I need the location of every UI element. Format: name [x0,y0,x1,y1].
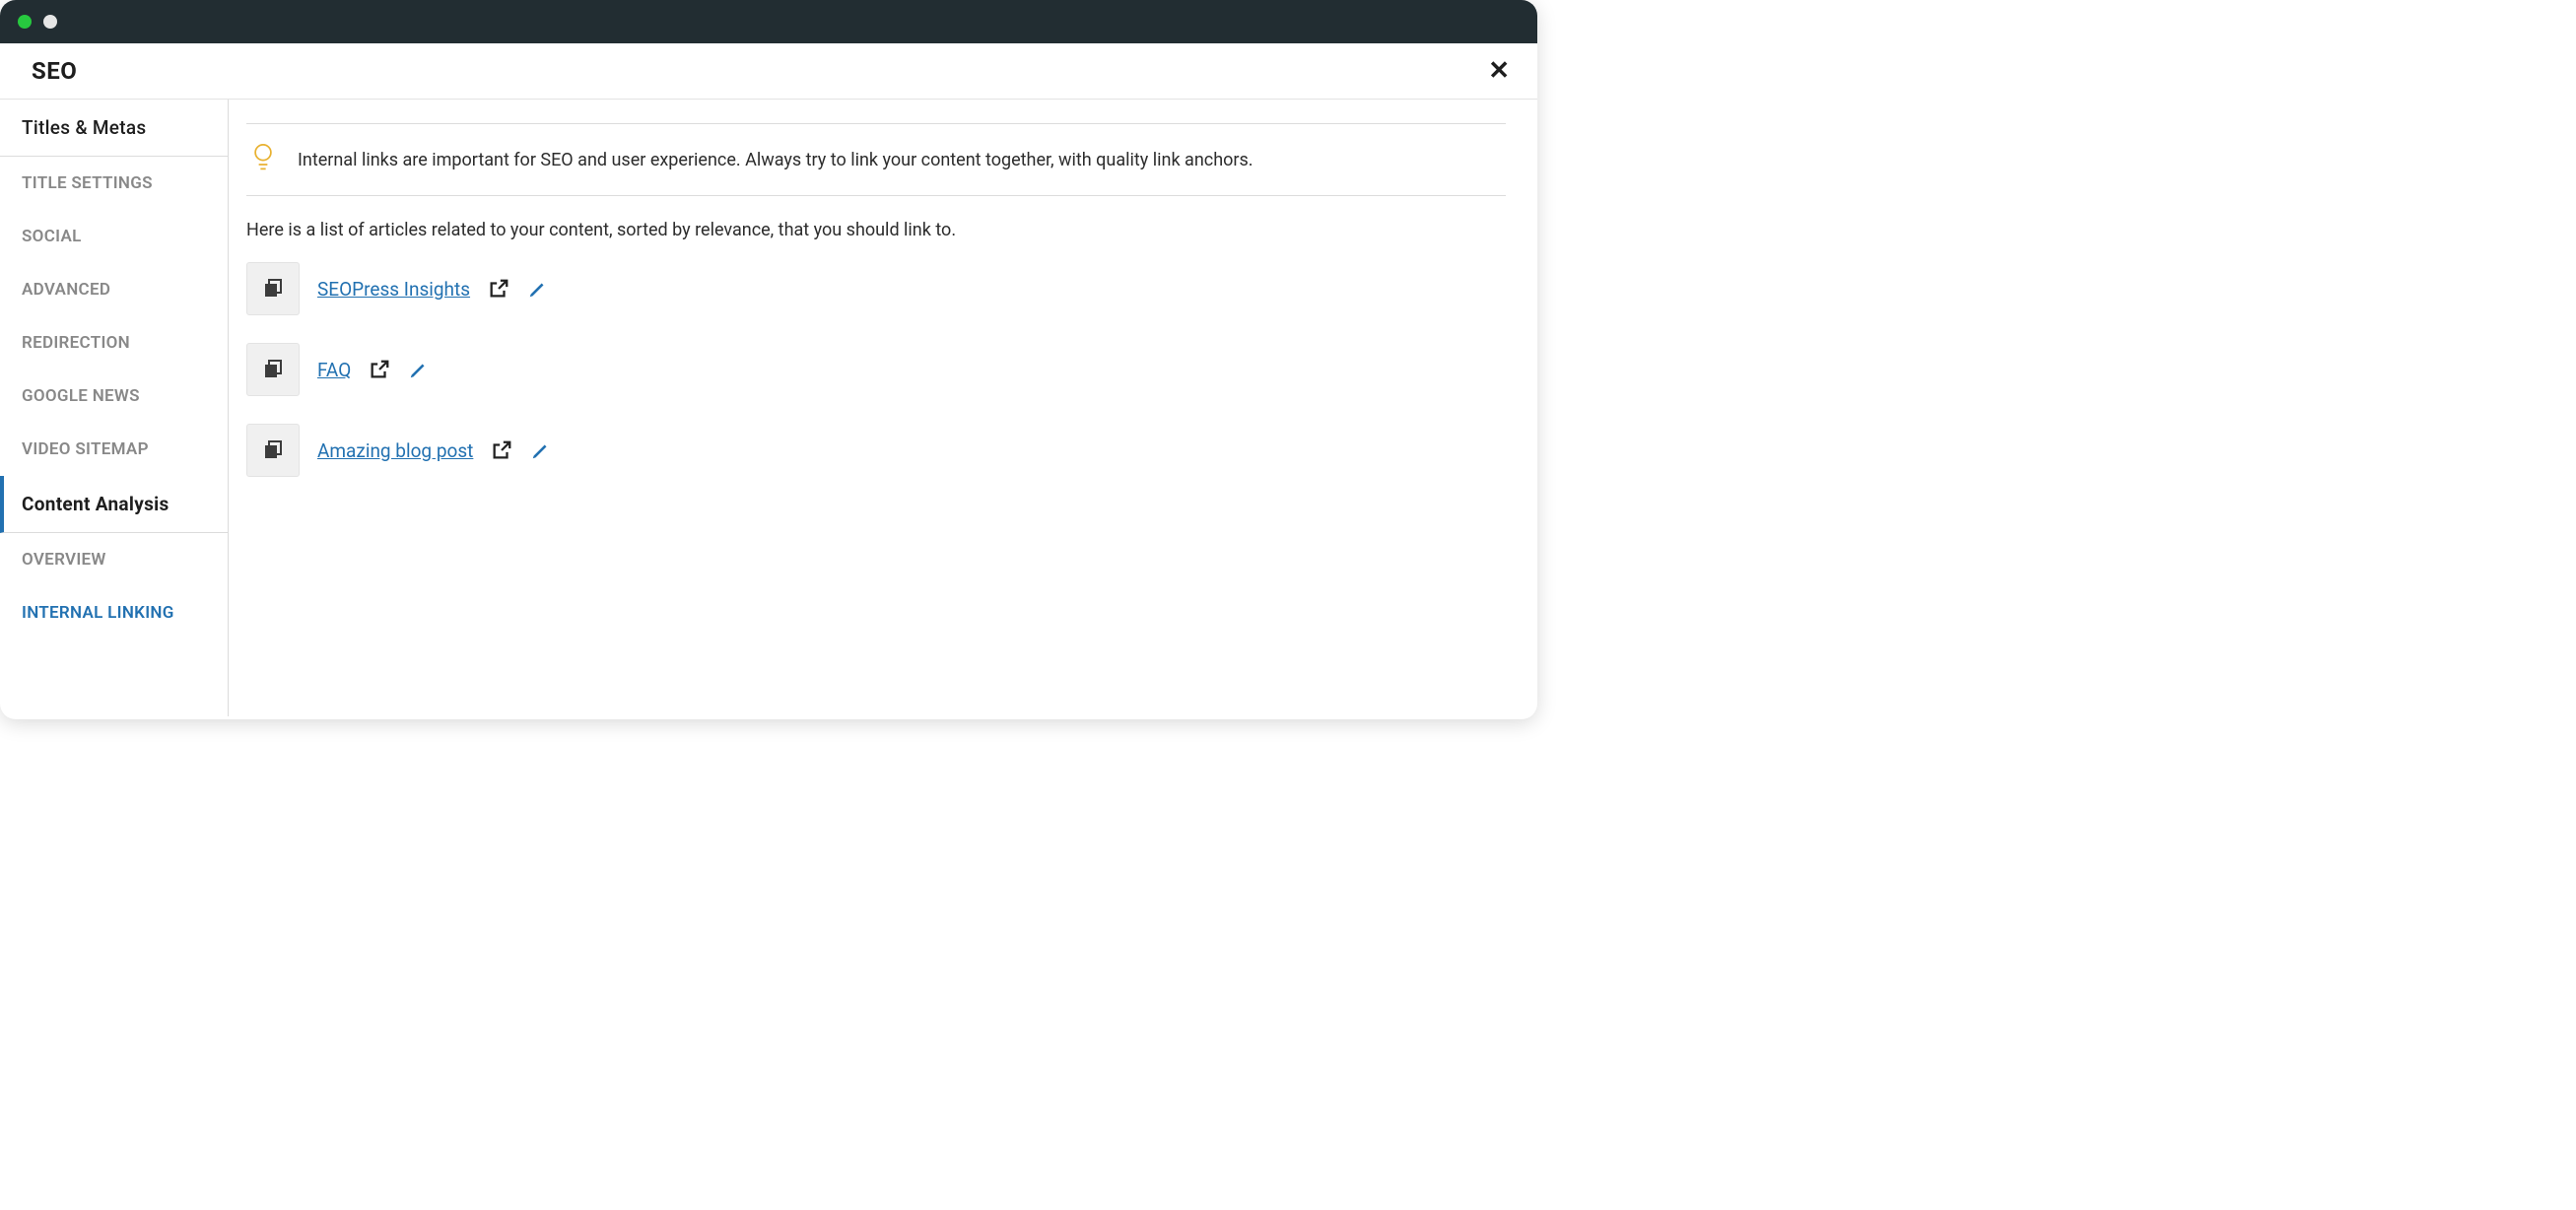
copy-icon[interactable] [246,262,300,315]
tip-callout: Internal links are important for SEO and… [246,123,1506,196]
sidebar-item-advanced[interactable]: ADVANCED [0,263,228,316]
sidebar-item-titles-metas[interactable]: Titles & Metas [0,100,228,157]
sidebar: Titles & Metas TITLE SETTINGS SOCIAL ADV… [0,100,229,716]
pencil-icon[interactable] [530,439,552,461]
copy-icon[interactable] [246,424,300,477]
list-item: FAQ [246,343,1506,396]
lightbulb-icon [252,144,274,175]
list-item: SEOPress Insights [246,262,1506,315]
copy-icon[interactable] [246,343,300,396]
related-link[interactable]: FAQ [317,359,351,381]
intro-text: Here is a list of articles related to yo… [246,220,1506,240]
modal-window: SEO ✕ Titles & Metas TITLE SETTINGS SOCI… [0,0,1537,719]
sidebar-item-content-analysis[interactable]: Content Analysis [0,476,228,533]
page-title: SEO [32,57,77,85]
external-link-icon[interactable] [491,439,512,461]
modal-header: SEO ✕ [0,43,1537,100]
pencil-icon[interactable] [527,278,549,300]
sidebar-item-google-news[interactable]: GOOGLE NEWS [0,370,228,423]
mac-titlebar [0,0,1537,43]
related-link[interactable]: SEOPress Insights [317,278,470,301]
external-link-icon[interactable] [488,278,509,300]
pencil-icon[interactable] [408,359,430,380]
external-link-icon[interactable] [369,359,390,380]
sidebar-item-video-sitemap[interactable]: VIDEO SITEMAP [0,423,228,476]
sidebar-item-overview[interactable]: OVERVIEW [0,533,228,586]
content-panel: Internal links are important for SEO and… [229,100,1537,716]
sidebar-item-internal-linking[interactable]: INTERNAL LINKING [0,586,228,639]
tip-text: Internal links are important for SEO and… [298,150,1254,170]
window-control-dot[interactable] [18,15,32,29]
list-item: Amazing blog post [246,424,1506,477]
window-control-dot[interactable] [43,15,57,29]
sidebar-item-redirection[interactable]: REDIRECTION [0,316,228,370]
sidebar-item-social[interactable]: SOCIAL [0,210,228,263]
related-link[interactable]: Amazing blog post [317,439,473,462]
close-icon[interactable]: ✕ [1488,58,1510,84]
sidebar-item-title-settings[interactable]: TITLE SETTINGS [0,157,228,210]
